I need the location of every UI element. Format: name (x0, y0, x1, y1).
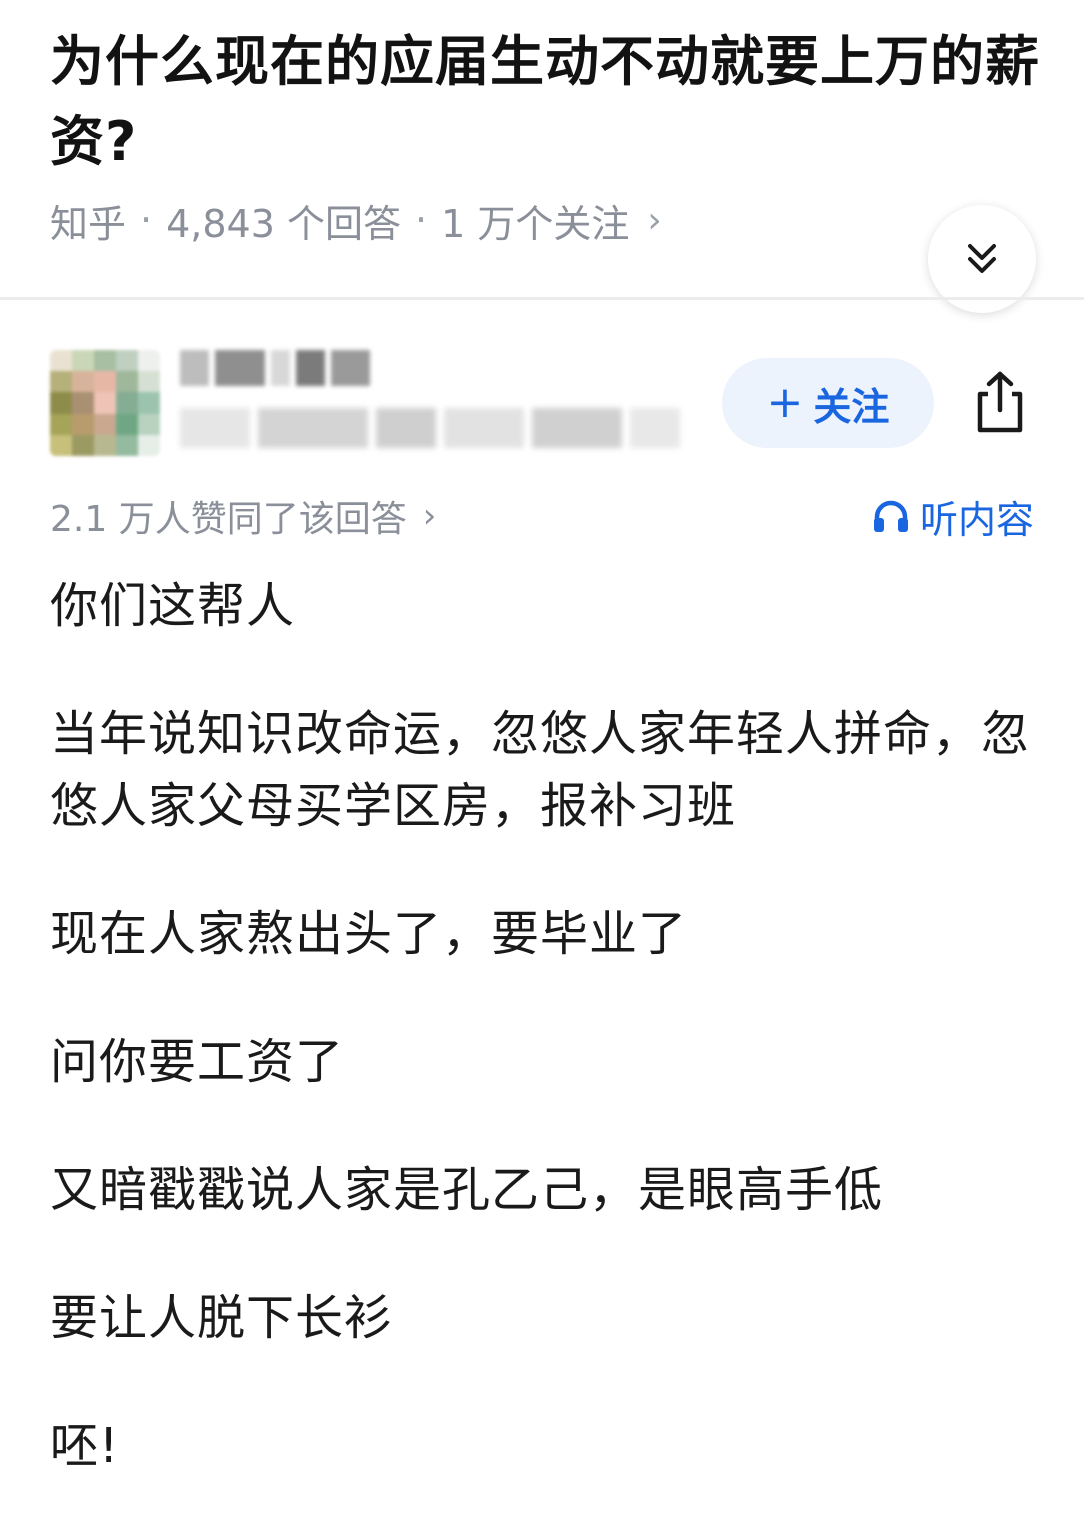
author-bio (180, 408, 700, 448)
share-button[interactable] (968, 368, 1032, 436)
plus-icon: + (766, 377, 804, 428)
headphones-icon (873, 500, 908, 532)
answer-paragraph: 要让人脱下长衫 (50, 1290, 394, 1346)
chevron-right-icon: › (422, 496, 437, 536)
author-name[interactable] (180, 350, 370, 386)
question-source: 知乎 (50, 201, 127, 246)
answer-body: 你们这帮人 当年说知识改命运，忽悠人家年轻人拼命，忽悠人家父母买学区房，报补习班… (50, 570, 1040, 1538)
follow-button[interactable]: + 关注 (722, 358, 934, 448)
answer-paragraph: 你们这帮人 (50, 578, 296, 634)
question-title[interactable]: 为什么现在的应届生动不动就要上万的薪资? (50, 22, 1040, 182)
listen-label: 听内容 (919, 497, 1034, 542)
question-meta[interactable]: 知乎 · 4,843 个回答 · 1 万个关注 › (50, 192, 662, 248)
listen-button[interactable]: 听内容 (872, 490, 1034, 542)
follow-count: 1 万个关注 (441, 201, 630, 246)
answer-count: 4,843 个回答 (166, 201, 401, 246)
double-chevron-down-icon (968, 244, 996, 273)
answer-paragraph: 当年说知识改命运，忽悠人家年轻人拼命，忽悠人家父母买学区房，报补习班 (50, 706, 1031, 834)
answer-paragraph: 问你要工资了 (50, 1034, 345, 1090)
meta-separator: · (140, 198, 153, 242)
share-icon (977, 371, 1023, 433)
upvote-text: 2.1 万人赞同了该回答 (50, 499, 407, 540)
upvote-count[interactable]: 2.1 万人赞同了该回答 › (50, 490, 436, 542)
divider (0, 297, 1084, 300)
meta-separator: · (414, 198, 428, 242)
follow-label: 关注 (813, 384, 890, 429)
avatar[interactable] (50, 350, 160, 456)
answer-paragraph: 现在人家熬出头了，要毕业了 (50, 906, 688, 962)
answer-paragraph: 又暗戳戳说人家是孔乙己，是眼高手低 (50, 1162, 884, 1218)
answer-paragraph: 呸! (50, 1418, 120, 1474)
chevron-right-icon: › (647, 199, 662, 241)
